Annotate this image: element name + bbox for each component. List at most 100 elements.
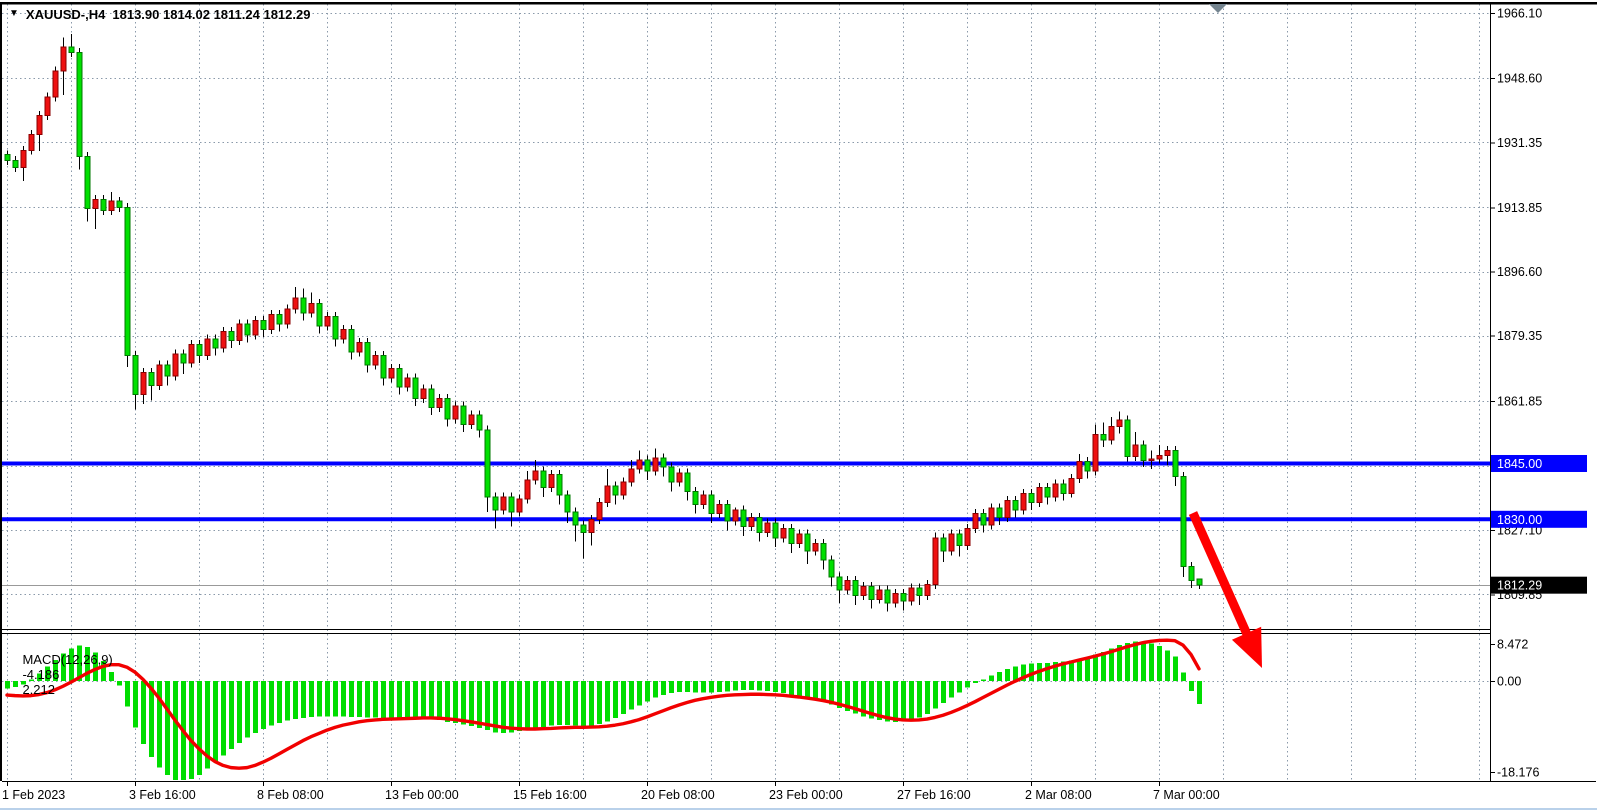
candle — [13, 160, 18, 167]
candle — [973, 514, 978, 529]
macd-bar — [981, 679, 986, 681]
macd-bar — [437, 681, 442, 720]
macd-bar — [509, 681, 514, 732]
macd-bar — [1173, 657, 1178, 681]
trend-arrow[interactable] — [1193, 513, 1277, 675]
candle — [821, 543, 826, 560]
price-axis-label: 1861.85 — [1497, 394, 1542, 408]
macd-bar — [245, 681, 250, 737]
candle — [157, 365, 162, 385]
candle — [413, 378, 418, 398]
macd-bar — [221, 681, 226, 755]
candle — [941, 538, 946, 551]
macd-bar — [269, 681, 274, 726]
current-price-tag-text: 1812.29 — [1497, 579, 1542, 593]
macd-bar — [349, 681, 354, 717]
candle — [773, 523, 778, 538]
candle — [1165, 450, 1170, 455]
candle — [349, 330, 354, 352]
macd-bar — [901, 681, 906, 721]
macd-bar — [605, 681, 610, 721]
macd-bar — [309, 681, 314, 717]
candle — [589, 519, 594, 532]
candle — [69, 47, 74, 53]
macd-bar — [989, 675, 994, 681]
time-axis[interactable]: 1 Feb 20233 Feb 16:008 Feb 08:0013 Feb 0… — [2, 781, 1220, 802]
macd-bar — [645, 681, 650, 701]
candle — [909, 588, 914, 601]
grid-lines — [2, 4, 1490, 781]
candle — [117, 201, 122, 207]
candle — [205, 339, 210, 356]
time-axis-label: 13 Feb 00:00 — [385, 788, 459, 802]
candle — [453, 406, 458, 419]
candle-wicks — [8, 34, 1200, 612]
time-marker-icon[interactable] — [1209, 4, 1227, 13]
macd-bar — [757, 681, 762, 690]
macd-bar — [749, 681, 754, 690]
macd-bar — [293, 681, 298, 719]
candle — [269, 315, 274, 330]
candle — [1117, 420, 1122, 426]
macd-bar — [445, 681, 450, 722]
candle — [357, 343, 362, 352]
macd-bar — [637, 681, 642, 705]
candle — [685, 473, 690, 492]
macd-bar — [341, 681, 346, 716]
candle — [501, 497, 506, 510]
macd-bar — [613, 681, 618, 718]
time-axis-label: 23 Feb 00:00 — [769, 788, 843, 802]
chart-canvas[interactable]: 1966.101948.601931.351913.851896.601879.… — [0, 0, 1597, 811]
candle — [229, 331, 234, 340]
candle — [949, 534, 954, 551]
macd-bar — [701, 681, 706, 693]
macd-bar — [709, 681, 714, 693]
macd-axis-label: -18.176 — [1497, 766, 1539, 780]
candle — [1085, 462, 1090, 471]
candle — [469, 415, 474, 424]
candle — [861, 586, 866, 595]
macd-bar — [677, 681, 682, 692]
candle — [1189, 567, 1194, 581]
candle — [629, 469, 634, 482]
price-axis[interactable]: 1966.101948.601931.351913.851896.601879.… — [1490, 7, 1587, 780]
candle — [437, 398, 442, 407]
symbol-dropdown-icon[interactable]: ▼ — [9, 8, 19, 19]
candle — [309, 304, 314, 313]
macd-bar — [237, 681, 242, 743]
candle — [749, 517, 754, 526]
candle — [829, 560, 834, 577]
macd-bar — [501, 681, 506, 733]
candle — [581, 525, 586, 532]
candle — [1061, 484, 1066, 493]
macd-bar — [693, 681, 698, 693]
symbol-period-label: XAUUSD-,H4 — [26, 7, 105, 22]
macd-bar — [909, 681, 914, 720]
macd-signal-value: 2.212 — [22, 682, 55, 697]
macd-bar — [925, 681, 930, 714]
price-axis-label: 1913.85 — [1497, 201, 1542, 215]
candle — [301, 298, 306, 313]
candle — [869, 586, 874, 599]
time-axis-label: 7 Mar 00:00 — [1153, 788, 1220, 802]
macd-bar — [405, 681, 410, 717]
price-axis-label: 1879.35 — [1497, 329, 1542, 343]
macd-bar — [1181, 673, 1186, 681]
candle — [541, 471, 546, 488]
macd-bar — [381, 681, 386, 718]
time-axis-label: 1 Feb 2023 — [2, 788, 65, 802]
macd-bar — [253, 681, 258, 733]
macd-bar — [1189, 681, 1194, 691]
candle — [317, 304, 322, 326]
macd-bar — [1045, 663, 1050, 681]
candle — [237, 324, 242, 341]
candle — [669, 467, 674, 482]
candle — [373, 356, 378, 365]
candle — [77, 52, 82, 156]
time-axis-label: 3 Feb 16:00 — [129, 788, 196, 802]
candle — [421, 389, 426, 398]
macd-bar — [893, 681, 898, 722]
chart-window: 1966.101948.601931.351913.851896.601879.… — [0, 0, 1597, 811]
candle — [333, 317, 338, 339]
candle — [653, 458, 658, 471]
